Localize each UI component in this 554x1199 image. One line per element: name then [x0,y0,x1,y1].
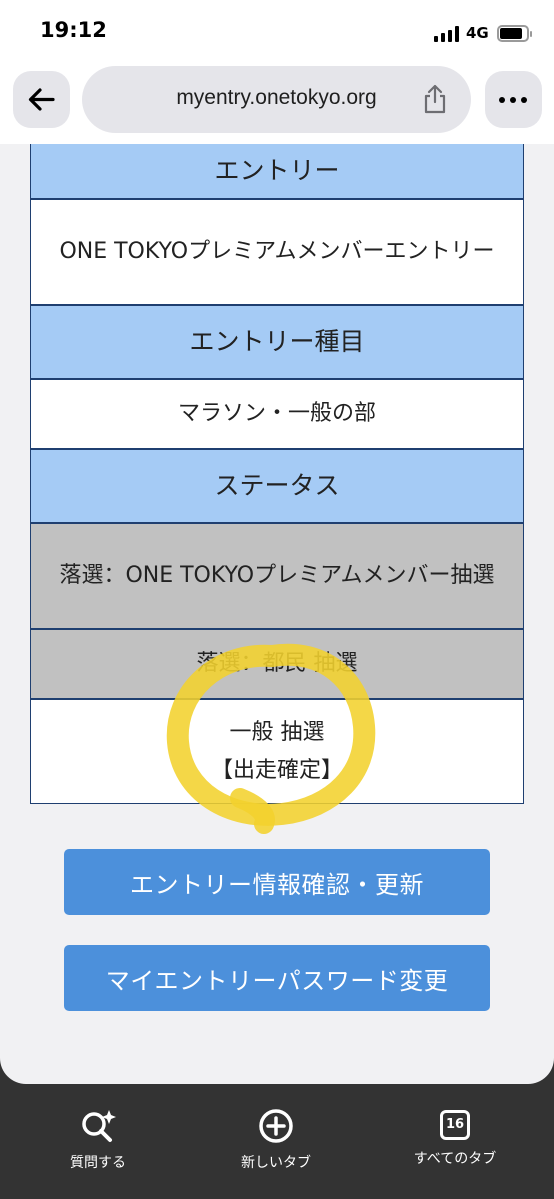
category-value: マラソン・一般の部 [177,401,376,426]
status-premium-lottery: 落選：ONE TOKYOプレミアムメンバー抽選 [59,563,495,588]
more-icon [499,97,505,103]
category-header-cell: エントリー種目 [30,306,524,380]
network-type: 4G [466,24,489,42]
all-tabs-label: すべてのタブ [413,1151,497,1167]
status-general-lottery: 一般 抽選 [229,719,325,745]
status-premium-lottery-cell: 落選：ONE TOKYOプレミアムメンバー抽選 [30,524,524,630]
entry-value: ONE TOKYOプレミアムメンバーエントリー [59,239,495,264]
more-button[interactable] [485,71,542,128]
category-header: エントリー種目 [189,327,365,356]
new-tab-label: 新しいタブ [241,1155,311,1171]
entry-value-cell: ONE TOKYOプレミアムメンバーエントリー [30,200,524,306]
status-confirmed: 【出走確定】 [210,757,343,783]
status-header-cell: ステータス [30,450,524,524]
tab-count-icon: 16 [440,1110,470,1140]
back-button[interactable] [13,71,70,128]
ask-label: 質問する [70,1155,126,1171]
back-arrow-icon [28,88,55,111]
entry-header-cell: エントリー [30,144,524,200]
ask-button[interactable]: 質問する [33,1108,163,1172]
status-time: 19:12 [40,18,107,42]
status-general-lottery-cell: 一般 抽選 【出走確定】 [30,700,524,804]
browser-toolbar: myentry.onetokyo.org [0,60,554,144]
battery-icon [497,25,532,42]
status-resident-lottery-cell: 落選：都民 抽選 [30,630,524,700]
entry-info-button-label: エントリー情報確認・更新 [130,870,424,899]
plus-circle-icon [259,1109,293,1143]
address-bar[interactable]: myentry.onetokyo.org [82,66,471,133]
page-content: エントリー ONE TOKYOプレミアムメンバーエントリー エントリー種目 マラ… [0,144,554,1084]
new-tab-button[interactable]: 新しいタブ [211,1108,341,1172]
password-change-button-label: マイエントリーパスワード変更 [105,966,449,995]
cellular-signal-icon [434,26,460,42]
status-header: ステータス [214,471,340,500]
url-text: myentry.onetokyo.org [176,86,377,109]
search-sparkle-icon [82,1110,116,1142]
status-resident-lottery: 落選：都民 抽選 [196,651,358,676]
password-change-button[interactable]: マイエントリーパスワード変更 [64,945,490,1011]
entry-header: エントリー [214,156,340,185]
status-bar: 19:12 4G [0,0,554,60]
all-tabs-button[interactable]: 16 すべてのタブ [390,1108,520,1168]
share-icon[interactable] [422,84,448,114]
entry-info-button[interactable]: エントリー情報確認・更新 [64,849,490,915]
category-value-cell: マラソン・一般の部 [30,380,524,450]
bottom-toolbar: 質問する 新しいタブ 16 すべてのタブ [0,1084,554,1199]
